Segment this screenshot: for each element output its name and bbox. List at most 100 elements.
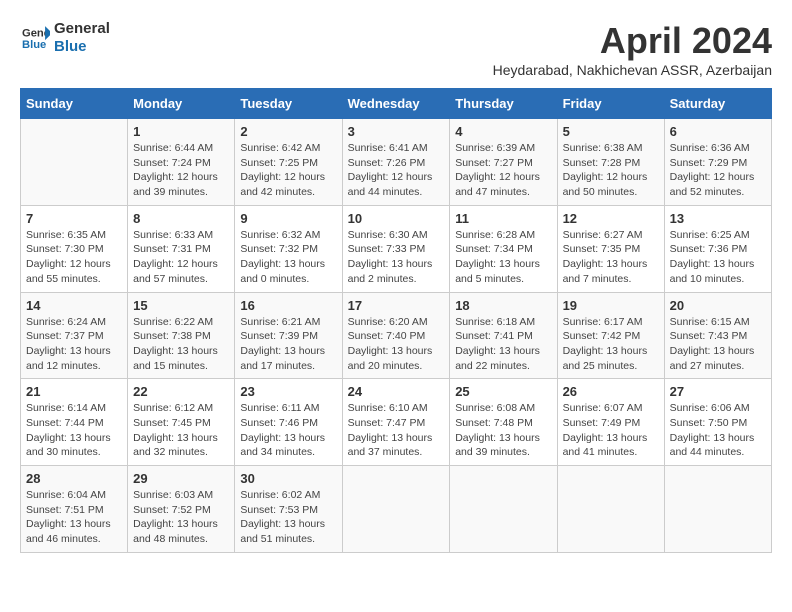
calendar-cell: 3 Sunrise: 6:41 AM Sunset: 7:26 PM Daylig… <box>342 119 450 206</box>
cell-content: Sunrise: 6:27 AM Sunset: 7:35 PM Dayligh… <box>563 228 659 287</box>
day-number: 25 <box>455 384 551 399</box>
calendar-cell: 8Sunrise: 6:33 AM Sunset: 7:31 PM Daylig… <box>128 205 235 292</box>
calendar-cell <box>21 119 128 206</box>
day-number: 2 <box>240 124 336 139</box>
page-header: General Blue General Blue April 2024 Hey… <box>20 20 772 78</box>
cell-content: Sunrise: 6:44 AM Sunset: 7:24 PM Dayligh… <box>133 141 229 200</box>
day-number: 26 <box>563 384 659 399</box>
day-number: 21 <box>26 384 122 399</box>
calendar-cell: 14 Sunrise: 6:24 AM Sunset: 7:37 PM Dayli… <box>21 292 128 379</box>
cell-content: Sunrise: 6:04 AM Sunset: 7:51 PM Dayligh… <box>26 488 122 547</box>
logo-line1: General <box>54 20 110 38</box>
logo-line2: Blue <box>54 38 110 56</box>
title-block: April 2024 Heydarabad, Nakhichevan ASSR,… <box>493 20 772 78</box>
cell-content: Sunrise: 6:20 AM Sunset: 7:40 PM Dayligh… <box>348 315 445 374</box>
cell-content: Sunrise: 6:11 AM Sunset: 7:46 PM Dayligh… <box>240 401 336 460</box>
day-number: 14 <box>26 298 122 313</box>
day-number: 24 <box>348 384 445 399</box>
day-number: 9 <box>240 211 336 226</box>
calendar-cell: 11 Sunrise: 6:28 AM Sunset: 7:34 PM Dayli… <box>450 205 557 292</box>
day-number: 11 <box>455 211 551 226</box>
day-number: 13 <box>670 211 766 226</box>
cell-content: Sunrise: 6:38 AM Sunset: 7:28 PM Dayligh… <box>563 141 659 200</box>
location: Heydarabad, Nakhichevan ASSR, Azerbaijan <box>493 62 772 78</box>
day-number: 27 <box>670 384 766 399</box>
calendar-cell: 25 Sunrise: 6:08 AM Sunset: 7:48 PM Dayli… <box>450 379 557 466</box>
calendar-cell <box>664 466 771 553</box>
day-number: 16 <box>240 298 336 313</box>
cell-content: Sunrise: 6:39 AM Sunset: 7:27 PM Dayligh… <box>455 141 551 200</box>
calendar-cell: 1Sunrise: 6:44 AM Sunset: 7:24 PM Daylig… <box>128 119 235 206</box>
cell-content: Sunrise: 6:22 AM Sunset: 7:38 PM Dayligh… <box>133 315 229 374</box>
cell-content: Sunrise: 6:41 AM Sunset: 7:26 PM Dayligh… <box>348 141 445 200</box>
day-number: 29 <box>133 471 229 486</box>
calendar-cell: 22 Sunrise: 6:12 AM Sunset: 7:45 PM Dayli… <box>128 379 235 466</box>
calendar-cell <box>557 466 664 553</box>
cell-content: Sunrise: 6:24 AM Sunset: 7:37 PM Dayligh… <box>26 315 122 374</box>
day-number: 6 <box>670 124 766 139</box>
day-number: 5 <box>563 124 659 139</box>
day-number: 7 <box>26 211 122 226</box>
svg-text:Blue: Blue <box>22 39 46 51</box>
day-number: 10 <box>348 211 445 226</box>
cell-content: Sunrise: 6:06 AM Sunset: 7:50 PM Dayligh… <box>670 401 766 460</box>
cell-content: Sunrise: 6:32 AM Sunset: 7:32 PM Dayligh… <box>240 228 336 287</box>
logo: General Blue General Blue <box>20 20 110 56</box>
day-number: 22 <box>133 384 229 399</box>
calendar-cell: 15 Sunrise: 6:22 AM Sunset: 7:38 PM Dayli… <box>128 292 235 379</box>
weekday-header-monday: Monday <box>128 89 235 119</box>
calendar-cell: 20 Sunrise: 6:15 AM Sunset: 7:43 PM Dayli… <box>664 292 771 379</box>
weekday-header-thursday: Thursday <box>450 89 557 119</box>
cell-content: Sunrise: 6:17 AM Sunset: 7:42 PM Dayligh… <box>563 315 659 374</box>
calendar-cell: 9 Sunrise: 6:32 AM Sunset: 7:32 PM Daylig… <box>235 205 342 292</box>
calendar-cell: 13Sunrise: 6:25 AM Sunset: 7:36 PM Dayli… <box>664 205 771 292</box>
weekday-header-row: SundayMondayTuesdayWednesdayThursdayFrid… <box>21 89 772 119</box>
calendar-cell: 16Sunrise: 6:21 AM Sunset: 7:39 PM Dayli… <box>235 292 342 379</box>
day-number: 19 <box>563 298 659 313</box>
cell-content: Sunrise: 6:08 AM Sunset: 7:48 PM Dayligh… <box>455 401 551 460</box>
day-number: 17 <box>348 298 445 313</box>
day-number: 4 <box>455 124 551 139</box>
calendar-cell: 30 Sunrise: 6:02 AM Sunset: 7:53 PM Dayli… <box>235 466 342 553</box>
cell-content: Sunrise: 6:28 AM Sunset: 7:34 PM Dayligh… <box>455 228 551 287</box>
day-number: 3 <box>348 124 445 139</box>
calendar-cell: 5 Sunrise: 6:38 AM Sunset: 7:28 PM Daylig… <box>557 119 664 206</box>
cell-content: Sunrise: 6:14 AM Sunset: 7:44 PM Dayligh… <box>26 401 122 460</box>
week-row-4: 21 Sunrise: 6:14 AM Sunset: 7:44 PM Dayli… <box>21 379 772 466</box>
calendar-cell: 2 Sunrise: 6:42 AM Sunset: 7:25 PM Daylig… <box>235 119 342 206</box>
day-number: 20 <box>670 298 766 313</box>
calendar-cell: 7 Sunrise: 6:35 AM Sunset: 7:30 PM Daylig… <box>21 205 128 292</box>
day-number: 23 <box>240 384 336 399</box>
day-number: 12 <box>563 211 659 226</box>
weekday-header-wednesday: Wednesday <box>342 89 450 119</box>
cell-content: Sunrise: 6:18 AM Sunset: 7:41 PM Dayligh… <box>455 315 551 374</box>
cell-content: Sunrise: 6:36 AM Sunset: 7:29 PM Dayligh… <box>670 141 766 200</box>
day-number: 15 <box>133 298 229 313</box>
calendar-cell: 28Sunrise: 6:04 AM Sunset: 7:51 PM Dayli… <box>21 466 128 553</box>
cell-content: Sunrise: 6:33 AM Sunset: 7:31 PM Dayligh… <box>133 228 229 287</box>
month-title: April 2024 <box>493 20 772 62</box>
cell-content: Sunrise: 6:35 AM Sunset: 7:30 PM Dayligh… <box>26 228 122 287</box>
cell-content: Sunrise: 6:42 AM Sunset: 7:25 PM Dayligh… <box>240 141 336 200</box>
day-number: 30 <box>240 471 336 486</box>
calendar-cell: 18 Sunrise: 6:18 AM Sunset: 7:41 PM Dayli… <box>450 292 557 379</box>
cell-content: Sunrise: 6:30 AM Sunset: 7:33 PM Dayligh… <box>348 228 445 287</box>
cell-content: Sunrise: 6:02 AM Sunset: 7:53 PM Dayligh… <box>240 488 336 547</box>
calendar-cell: 21 Sunrise: 6:14 AM Sunset: 7:44 PM Dayli… <box>21 379 128 466</box>
cell-content: Sunrise: 6:12 AM Sunset: 7:45 PM Dayligh… <box>133 401 229 460</box>
calendar-cell: 17 Sunrise: 6:20 AM Sunset: 7:40 PM Dayli… <box>342 292 450 379</box>
calendar-cell: 26 Sunrise: 6:07 AM Sunset: 7:49 PM Dayli… <box>557 379 664 466</box>
day-number: 18 <box>455 298 551 313</box>
weekday-header-tuesday: Tuesday <box>235 89 342 119</box>
cell-content: Sunrise: 6:07 AM Sunset: 7:49 PM Dayligh… <box>563 401 659 460</box>
calendar-table: SundayMondayTuesdayWednesdayThursdayFrid… <box>20 88 772 553</box>
cell-content: Sunrise: 6:03 AM Sunset: 7:52 PM Dayligh… <box>133 488 229 547</box>
weekday-header-sunday: Sunday <box>21 89 128 119</box>
calendar-cell: 19 Sunrise: 6:17 AM Sunset: 7:42 PM Dayli… <box>557 292 664 379</box>
calendar-cell: 12 Sunrise: 6:27 AM Sunset: 7:35 PM Dayli… <box>557 205 664 292</box>
week-row-1: 1Sunrise: 6:44 AM Sunset: 7:24 PM Daylig… <box>21 119 772 206</box>
cell-content: Sunrise: 6:15 AM Sunset: 7:43 PM Dayligh… <box>670 315 766 374</box>
calendar-cell <box>450 466 557 553</box>
calendar-cell: 29 Sunrise: 6:03 AM Sunset: 7:52 PM Dayli… <box>128 466 235 553</box>
calendar-cell: 24Sunrise: 6:10 AM Sunset: 7:47 PM Dayli… <box>342 379 450 466</box>
